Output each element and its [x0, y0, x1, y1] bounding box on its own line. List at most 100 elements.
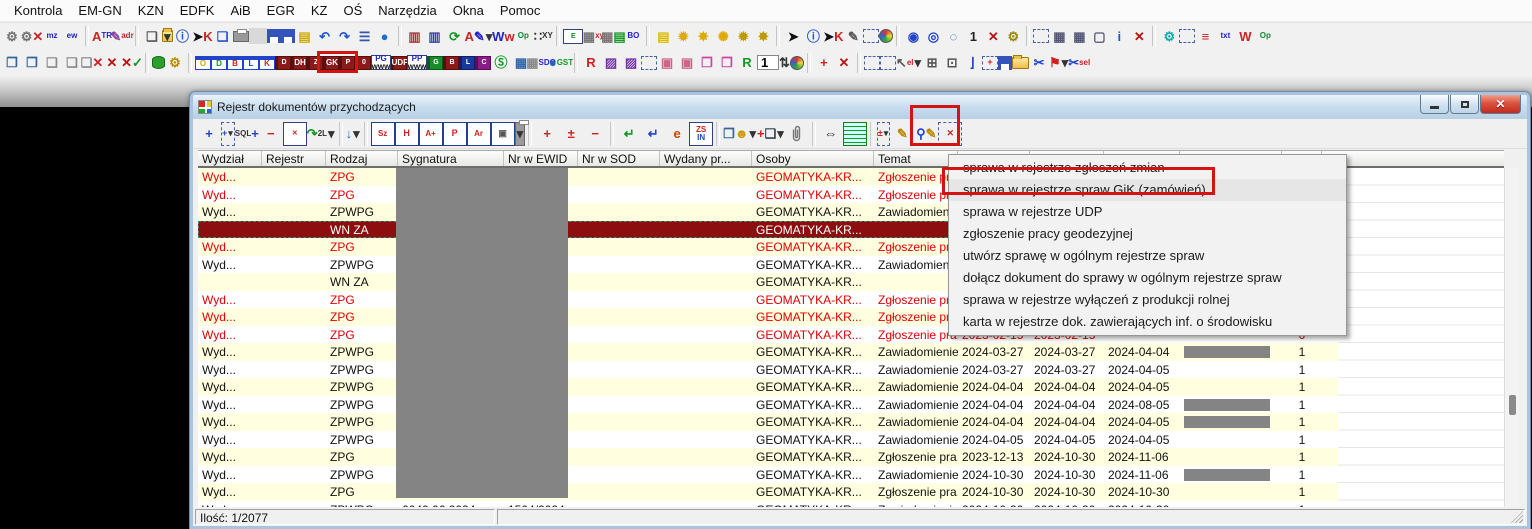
delete-linked-icon[interactable]: ✕ — [938, 122, 962, 146]
column-header-wydzial[interactable]: Wydział — [198, 151, 262, 166]
highlight-off-icon[interactable]: ✸ — [693, 25, 713, 47]
restore-button[interactable] — [1450, 95, 1479, 114]
menu-item-kz[interactable]: KZ — [303, 1, 336, 20]
dropdown-caret-icon[interactable]: ▾ — [353, 127, 360, 140]
menu-item-narzędzia[interactable]: Narzędzia — [370, 1, 445, 20]
close-button[interactable]: ✕ — [1480, 95, 1521, 114]
window-titlebar[interactable]: Rejestr dokumentów przychodzących — [193, 95, 1527, 119]
register-0-icon[interactable]: 0 — [355, 56, 371, 70]
register-g-icon[interactable]: G — [427, 56, 443, 70]
context-menu-item[interactable]: sprawa w rejestrze zgłoszeń zmian — [949, 157, 1346, 179]
table-l-icon[interactable]: L — [243, 56, 259, 70]
raster-frame2-icon[interactable]: ▣ — [677, 52, 697, 74]
pick-k-icon[interactable]: ➤K — [193, 25, 213, 47]
pg-www-icon[interactable]: PGwww — [371, 55, 391, 70]
refresh-icon[interactable]: ⟳ — [445, 25, 465, 47]
menu-item-em-gn[interactable]: EM-GN — [70, 1, 129, 20]
column-header-wydany[interactable]: Wydany pr... — [660, 151, 752, 166]
dropdown-caret-icon[interactable]: ▾ — [914, 56, 921, 69]
refresh-e-icon[interactable]: e — [665, 122, 689, 146]
table-row[interactable]: Wyd...ZPGGEOMATYKA-KR...Zgłoszenie pra..… — [198, 483, 1338, 501]
zs-in-icon[interactable]: ZSIN — [689, 122, 713, 146]
select-plus-icon[interactable]: + — [982, 56, 998, 70]
column-header-ewid[interactable]: Nr w EWID — [504, 151, 578, 166]
measure-alt-icon[interactable]: ▥ — [425, 25, 445, 47]
redo-icon[interactable]: ↷ — [335, 25, 355, 47]
register-l-icon[interactable]: L — [459, 56, 475, 70]
raster-frame-icon[interactable]: ▣ — [657, 52, 677, 74]
table-view-icon[interactable] — [843, 122, 867, 146]
xy-icon[interactable]: ∷XY — [533, 25, 553, 47]
new-document-icon[interactable]: ❏ — [142, 25, 162, 47]
table-o-icon[interactable]: O — [195, 56, 211, 70]
add-plus-icon[interactable]: + — [814, 52, 834, 74]
sketch-icon[interactable]: ✎ — [843, 25, 863, 47]
dropdown-caret-icon[interactable]: ▾ — [228, 129, 233, 138]
cut-selection-icon[interactable]: ✂sel — [1069, 52, 1089, 74]
p-button[interactable]: P — [443, 122, 467, 146]
raster-move-icon[interactable] — [641, 56, 657, 70]
context-menu-item[interactable]: karta w rejestrze dok. zawierających inf… — [949, 311, 1346, 333]
context-menu-item[interactable]: sprawa w rejestrze spraw GiK (zamówień) — [949, 179, 1346, 201]
context-menu-item[interactable]: zgłoszenie pracy geodezyjnej — [949, 223, 1346, 245]
adr-pencil-icon[interactable]: ✎adr — [112, 25, 132, 47]
menu-item-pomoc[interactable]: Pomoc — [492, 1, 548, 20]
list-icon[interactable]: ☰ — [355, 25, 375, 47]
dropdown-caret-icon[interactable]: ▾ — [164, 30, 171, 43]
context-menu-item[interactable]: sprawa w rejestrze wyłączeń z produkcji … — [949, 289, 1346, 311]
pick-k2-icon[interactable]: ➤K — [823, 25, 843, 47]
info-object-icon[interactable]: ⓘ — [803, 25, 823, 47]
check-none-icon[interactable]: ▢ — [1089, 25, 1109, 47]
open-folder-icon[interactable]: ▾ — [162, 30, 173, 42]
table-row[interactable]: Wyd...ZPWPGGEOMATYKA-KR...Zawiadomienie.… — [198, 378, 1338, 396]
column-header-osoby[interactable]: Osoby — [752, 151, 874, 166]
recalc-gear-icon[interactable]: ⚙ — [2, 25, 22, 47]
remove-record-icon[interactable]: − — [259, 122, 283, 146]
table-row[interactable]: Wyd...ZPWPGGEOMATYKA-KR...Zawiadomienie.… — [198, 413, 1338, 431]
table-row[interactable]: Wyd...ZPGGEOMATYKA-KR...Zgłoszenie pra..… — [198, 448, 1338, 466]
cut-icon[interactable]: ✂ — [1029, 52, 1049, 74]
process-gear-icon[interactable]: ⚙ — [165, 52, 185, 74]
pp-www-icon[interactable]: PPwww — [407, 55, 427, 70]
region-delete-icon[interactable]: ◌ — [943, 25, 963, 47]
a-plus-button[interactable]: A+ — [419, 122, 443, 146]
print-icon[interactable] — [233, 31, 249, 42]
layers-yellow-icon[interactable]: ▤ — [653, 25, 673, 47]
table-row[interactable]: Wyd...ZPWPG6640.06.20241504/2024GEOMATYK… — [198, 501, 1338, 508]
raster-paint-icon[interactable]: ▨ — [601, 52, 621, 74]
check-some-icon[interactable]: ▦ — [1069, 25, 1089, 47]
ww-icon[interactable]: Ww — [493, 25, 513, 47]
register-d-icon[interactable]: D — [275, 56, 291, 70]
w-icon[interactable]: W — [1235, 25, 1255, 47]
menu-item-kontrola[interactable]: Kontrola — [6, 1, 70, 20]
delete-x2-icon[interactable]: ✕ — [834, 52, 854, 74]
delete-gear-icon[interactable]: ⚙✕ — [22, 25, 42, 47]
h-button[interactable]: H — [395, 122, 419, 146]
add-from-map-icon[interactable]: +▾ — [221, 122, 235, 146]
column-header-rejestr[interactable]: Rejestr — [262, 151, 326, 166]
paste-delete-icon[interactable]: ❑✕ — [82, 52, 102, 74]
ar-button[interactable]: Ar — [467, 122, 491, 146]
open-e-icon[interactable] — [1012, 57, 1029, 69]
vertical-scrollbar[interactable] — [1504, 168, 1519, 507]
highlight-on-icon[interactable]: ✹ — [673, 25, 693, 47]
dropdown-caret-icon[interactable]: ▾ — [884, 129, 889, 138]
import-row-icon[interactable]: ↵ — [617, 122, 641, 146]
column-header-sygnatura[interactable]: Sygnatura — [398, 151, 504, 166]
info-select-icon[interactable]: i — [1109, 25, 1129, 47]
print-icon[interactable]: ▾ — [515, 122, 526, 146]
move-element-icon[interactable]: ↖el▾ — [896, 52, 922, 74]
delete-icon[interactable]: ✕ — [102, 52, 122, 74]
remote-support-icon[interactable]: ● — [375, 25, 395, 47]
select-area-icon[interactable] — [863, 29, 879, 43]
dropdown-caret-icon[interactable]: ▾ — [777, 127, 784, 140]
r-arrow-icon[interactable]: R — [737, 52, 757, 74]
one-icon[interactable]: 1 — [963, 25, 983, 47]
table-b-icon[interactable]: B — [227, 56, 243, 70]
assign-person-icon[interactable]: ❐☻▾ — [723, 122, 757, 146]
raster-paint2-icon[interactable]: ▨ — [621, 52, 641, 74]
a-tr-icon[interactable]: ATR — [92, 25, 112, 47]
column-header-sod[interactable]: Nr w SOD — [578, 151, 660, 166]
edit-plusminus-icon[interactable]: ±▾ — [877, 122, 890, 146]
context-menu-item[interactable]: utwórz sprawę w ogólnym rejestrze spraw — [949, 245, 1346, 267]
